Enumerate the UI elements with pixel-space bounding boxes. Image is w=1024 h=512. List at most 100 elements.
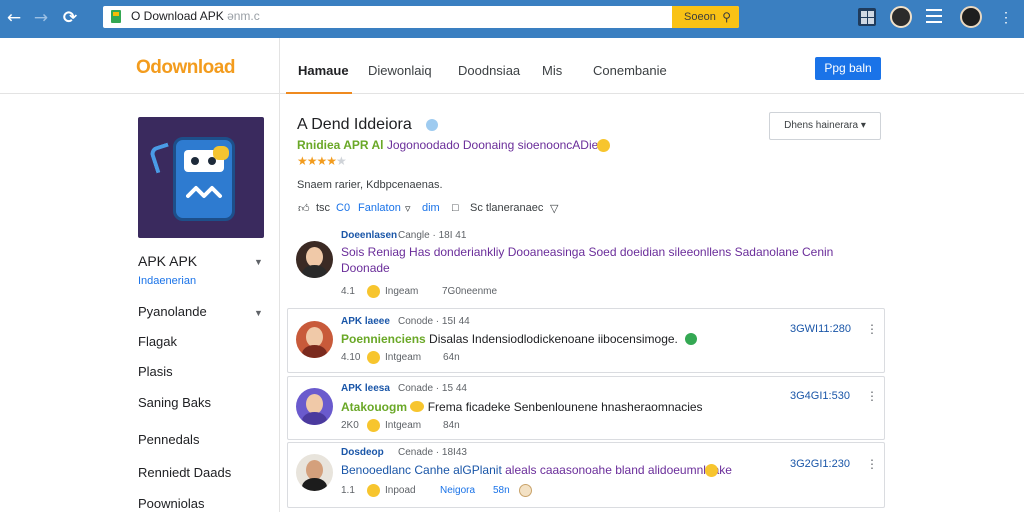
robot-hand-icon <box>148 142 176 174</box>
emoji-icon <box>597 139 610 152</box>
comment-card: APK laeee Conode · 15I 44 Poennienciens … <box>287 308 885 373</box>
comment-rating: 1.1 <box>341 485 355 496</box>
comment-timestamp: 3G2GI1:230 <box>790 458 850 470</box>
comment-age: 58n <box>493 485 510 496</box>
app-meta: Snaem rarier, Kdbpcenaenas. <box>297 179 443 191</box>
url-text: O Download APK ənm.c <box>131 9 260 23</box>
chevron-down-icon[interactable]: ▼ <box>254 257 263 267</box>
emoji-icon <box>367 351 380 364</box>
like-icon[interactable]: 👍︎ <box>298 202 310 215</box>
site-logo[interactable]: Odownload <box>136 57 235 79</box>
emoji-icon <box>367 285 380 298</box>
menu-lines-icon[interactable] <box>926 9 942 23</box>
sidebar-item-4[interactable]: Plasis <box>138 364 173 379</box>
avatar[interactable] <box>296 321 333 358</box>
robot-ear-icon <box>213 146 229 160</box>
like-count[interactable]: tsc <box>316 202 330 214</box>
comment-author[interactable]: APK leesa <box>341 383 390 394</box>
comment-card: Dosdeop Cenade · 18I43 Benooedlanc Canhe… <box>287 442 885 508</box>
app-subtitle: Rnidiea APR Al Jogonoodado Doonaing sioe… <box>297 138 602 152</box>
app-icon <box>138 117 264 238</box>
emoji-icon <box>410 401 425 412</box>
sidebar-item-3[interactable]: Flagak <box>138 334 177 349</box>
active-tab-indicator <box>286 92 352 94</box>
comment-date: Conode · 15I 44 <box>398 316 470 327</box>
comment-date: Conade · 15 44 <box>398 383 467 394</box>
comment-text: Poennienciens Disalas Indensiodlodickeno… <box>341 332 678 346</box>
address-bar[interactable]: O Download APK ənm.c Soeon ⚲ <box>103 6 739 28</box>
app-title: A Dend Iddeiora <box>297 116 412 133</box>
tab-documents[interactable]: Doodnsiaa <box>458 63 520 78</box>
search-icon: ⚲ <box>722 10 731 24</box>
sidebar-item-5[interactable]: Saning Baks <box>138 395 211 410</box>
reply-button[interactable]: Ingeam <box>385 286 418 297</box>
comment-author[interactable]: Doeenlasen <box>341 230 397 241</box>
comment-timestamp: 3G4GI1:530 <box>790 390 850 402</box>
comment-link[interactable]: Fanlaton <box>358 202 401 214</box>
profile-avatar-icon[interactable] <box>890 6 912 28</box>
comment-age: 7G0neenme <box>442 286 498 297</box>
kebab-menu-icon[interactable]: ⋮ <box>999 8 1013 26</box>
mention-link[interactable]: Neigora <box>440 485 475 496</box>
comment-age: 64n <box>443 352 460 363</box>
tab-misc[interactable]: Mis <box>542 63 562 78</box>
rating-stars: ★★★★★ <box>297 154 347 168</box>
chevron-down-icon[interactable]: ▼ <box>254 308 263 318</box>
comment-text-line2: Doonade <box>341 261 390 275</box>
comment-date: Cenade · 18I43 <box>398 447 467 458</box>
emoji-icon <box>367 419 380 432</box>
comment-date: Cangle · 18I 41 <box>398 230 467 241</box>
sidebar-item-8[interactable]: Poowniolas <box>138 496 205 511</box>
tab-home[interactable]: Hamaue <box>298 63 349 78</box>
back-icon[interactable]: ← <box>4 8 24 28</box>
emoji-icon <box>519 484 532 497</box>
signup-button[interactable]: Ppg baln <box>815 57 881 80</box>
comment-age: 84n <box>443 420 460 431</box>
save-link[interactable]: dim <box>422 202 440 214</box>
robot-body-icon <box>173 137 235 221</box>
emoji-icon <box>367 484 380 497</box>
comment-text: Atakouogm Frema ficadeke Senbenlounene h… <box>341 400 703 414</box>
comment-text: Benooedlanc Canhe alGPlanit aleals caaas… <box>341 463 732 477</box>
tab-community[interactable]: Conembanie <box>593 63 667 78</box>
comment-rating: 4.1 <box>341 286 355 297</box>
comment-rating: 4.10 <box>341 352 361 363</box>
comment-text: Sois Reniag Has donderiankliy Dooaneasin… <box>341 245 834 259</box>
reply-button[interactable]: Intgeam <box>385 352 421 363</box>
search-button[interactable]: Soeon ⚲ <box>672 6 739 28</box>
sidebar-divider <box>279 38 280 512</box>
check-icon <box>685 333 697 345</box>
sidebar-subitem[interactable]: Indaenerian <box>138 275 196 287</box>
sort-dropdown[interactable]: Dhens hainerara ▾ <box>769 112 881 140</box>
reload-icon[interactable]: ⟳ <box>60 8 80 28</box>
extensions-grid-icon[interactable] <box>858 8 876 26</box>
robot-mouth-icon <box>186 186 222 198</box>
comment-rating: 2K0 <box>341 420 359 431</box>
site-header: Odownload Hamaue Diewonlaiq Doodnsiaa Mi… <box>0 38 1024 94</box>
avatar[interactable] <box>296 241 333 278</box>
sidebar-item-7[interactable]: Renniedt Daads <box>138 465 231 480</box>
reply-button[interactable]: Inpoad <box>385 485 416 496</box>
dropdown-triangle-icon[interactable]: ▽ <box>550 202 558 215</box>
comment-menu-icon[interactable]: ⋮ <box>866 457 878 471</box>
emoji-icon <box>705 464 718 477</box>
bookmark-icon[interactable]: ▿ <box>405 202 411 215</box>
account-avatar-icon[interactable] <box>960 6 982 28</box>
share-link[interactable]: Sc tlaneranaec <box>470 202 543 214</box>
tab-downloads[interactable]: Diewonlaiq <box>368 63 432 78</box>
sidebar-item-6[interactable]: Pennedals <box>138 432 199 447</box>
site-favicon-icon <box>111 10 121 23</box>
comment-timestamp: 3GWI11:280 <box>790 323 851 335</box>
comment-menu-icon[interactable]: ⋮ <box>866 322 878 336</box>
avatar[interactable] <box>296 454 333 491</box>
comment-menu-icon[interactable]: ⋮ <box>866 389 878 403</box>
comment-count[interactable]: C0 <box>336 202 350 214</box>
chat-icon[interactable]: □ <box>452 202 459 214</box>
sidebar-item-2[interactable]: Pyanolande <box>138 304 207 319</box>
reply-button[interactable]: Intgeam <box>385 420 421 431</box>
avatar[interactable] <box>296 388 333 425</box>
comment-author[interactable]: Dosdeop <box>341 447 384 458</box>
forward-icon[interactable]: → <box>31 8 51 28</box>
sidebar-item-apk[interactable]: APK APK <box>138 253 197 269</box>
comment-author[interactable]: APK laeee <box>341 316 390 327</box>
